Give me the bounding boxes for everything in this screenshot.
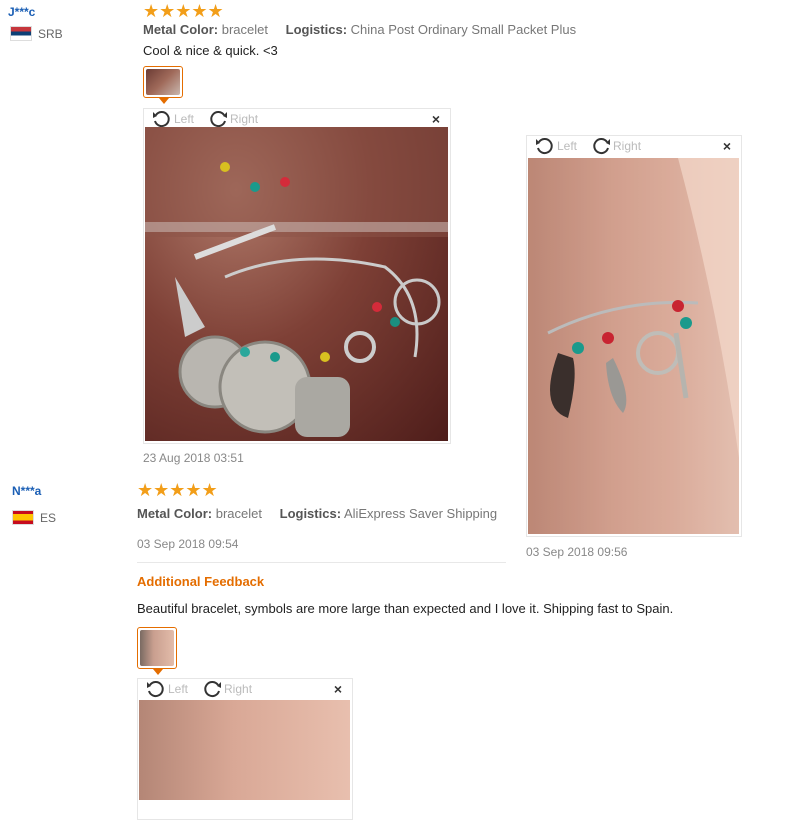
review-meta: Metal Color: bracelet Logistics: China P… [143,22,576,37]
rotate-left-label: Left [168,682,189,696]
viewer-toolbar: Left Right × [138,679,352,699]
star-rating: ★★★★★ [143,1,224,21]
rotate-right-label: Right [613,139,642,153]
rotate-left-label: Left [557,139,578,153]
flag-icon [12,510,34,525]
close-icon[interactable]: × [723,138,731,154]
rotate-right-label: Right [224,682,253,696]
rotate-left-button[interactable]: Left [535,137,577,155]
reviewer-name: N***a [12,484,42,498]
rotate-right-button[interactable]: Right [202,680,252,698]
review-date: 23 Aug 2018 03:51 [143,451,244,465]
country-code: SRB [38,26,63,41]
flag-icon [10,26,32,41]
logistics-label: Logistics: [285,22,348,37]
rotate-left-button[interactable]: Left [152,110,194,128]
rotate-left-icon [153,111,170,128]
logistics-label: Logistics: [279,506,342,521]
rotate-right-icon [204,681,222,698]
review-date: 03 Sep 2018 09:54 [137,537,239,551]
logistics-value: China Post Ordinary Small Packet Plus [350,22,577,37]
review-photo [528,158,739,534]
reviewer-name: J***c [8,5,36,19]
review-photo [145,127,448,441]
metal-label: Metal Color: [143,22,219,37]
reviewer-country: SRB [10,26,63,41]
close-icon[interactable]: × [432,111,440,127]
metal-value: bracelet [215,506,262,521]
close-icon[interactable]: × [334,681,342,697]
rotate-right-icon [593,138,611,155]
country-code: ES [40,510,57,525]
viewer-toolbar: Left Right × [527,136,741,156]
logistics-value: AliExpress Saver Shipping [343,506,498,521]
rotate-right-button[interactable]: Right [208,110,258,128]
additional-feedback-text: Beautiful bracelet, symbols are more lar… [137,601,674,616]
photo-thumbnail[interactable] [143,66,183,104]
photo-viewer: Left Right × [137,678,353,820]
review-photo [139,700,350,800]
metal-label: Metal Color: [137,506,213,521]
star-rating: ★★★★★ [137,480,218,500]
rotate-left-icon [147,681,164,698]
photo-viewer: Left Right × [143,108,451,444]
divider [137,562,506,563]
metal-value: bracelet [221,22,268,37]
rotate-right-button[interactable]: Right [591,137,641,155]
review-date-secondary: 03 Sep 2018 09:56 [526,545,628,559]
photo-thumbnail[interactable] [137,627,177,675]
additional-feedback-title: Additional Feedback [137,574,265,589]
viewer-toolbar: Left Right × [144,109,450,129]
photo-viewer-secondary: Left Right × [526,135,742,537]
rotate-right-icon [210,111,228,128]
rotate-left-icon [536,138,553,155]
reviewer-country: ES [12,510,56,525]
rotate-right-label: Right [230,112,259,126]
review-text: Cool & nice & quick. <3 [143,43,278,58]
rotate-left-button[interactable]: Left [146,680,188,698]
rotate-left-label: Left [174,112,195,126]
review-meta: Metal Color: bracelet Logistics: AliExpr… [137,506,497,521]
